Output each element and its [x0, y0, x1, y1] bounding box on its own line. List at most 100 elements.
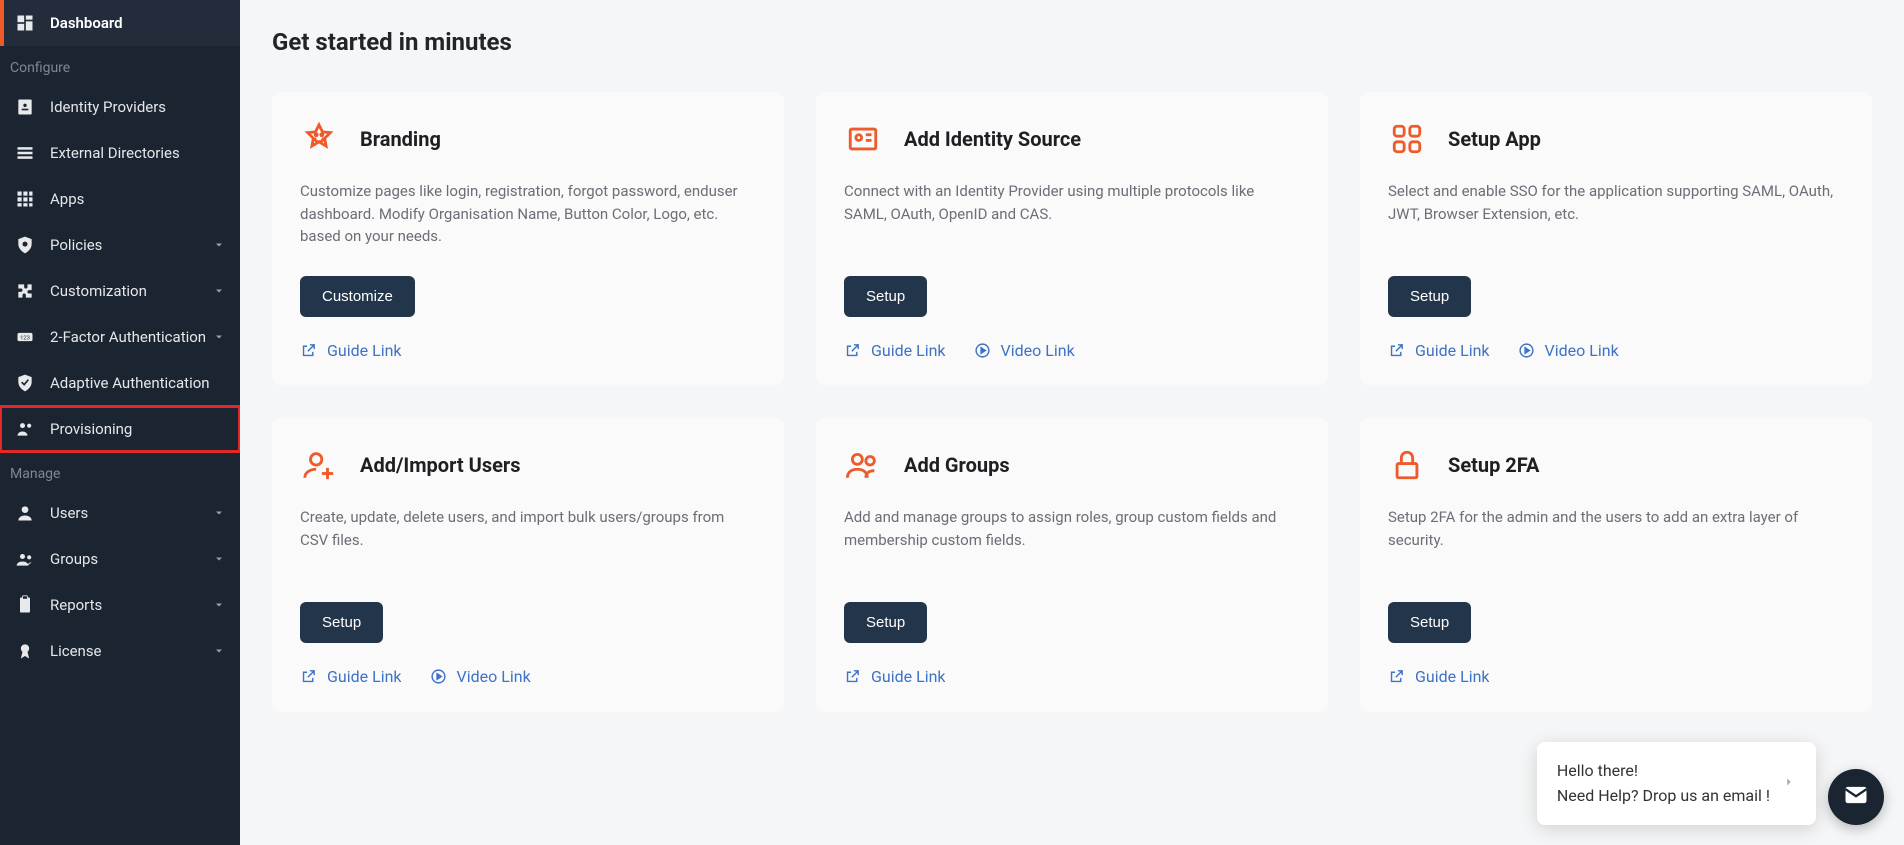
sidebar-item-2fa[interactable]: 123 2-Factor Authentication	[0, 314, 240, 360]
sidebar-item-users[interactable]: Users	[0, 490, 240, 536]
chevron-right-icon	[1782, 774, 1796, 793]
sidebar-item-label: Apps	[50, 190, 226, 208]
sidebar-item-adaptive-auth[interactable]: Adaptive Authentication	[0, 360, 240, 406]
video-link[interactable]: Video Link	[974, 341, 1075, 360]
link-label: Video Link	[1545, 341, 1619, 360]
sidebar-item-external-directories[interactable]: External Directories	[0, 130, 240, 176]
chevron-down-icon	[212, 552, 226, 566]
card-desc: Select and enable SSO for the applicatio…	[1388, 180, 1844, 248]
users-sync-icon	[14, 418, 36, 440]
link-label: Guide Link	[1415, 341, 1490, 360]
sidebar-item-reports[interactable]: Reports	[0, 582, 240, 628]
card-desc: Create, update, delete users, and import…	[300, 506, 756, 574]
card-add-import-users: Add/Import Users Create, update, delete …	[272, 418, 784, 712]
sidebar-item-label: Reports	[50, 596, 212, 614]
guide-link[interactable]: Guide Link	[1388, 667, 1490, 686]
play-circle-icon	[1518, 342, 1535, 359]
card-desc: Connect with an Identity Provider using …	[844, 180, 1300, 248]
smile-icon	[300, 120, 338, 158]
external-link-icon	[844, 668, 861, 685]
chevron-down-icon	[212, 598, 226, 612]
sidebar-item-label: Customization	[50, 282, 212, 300]
sidebar-item-apps[interactable]: Apps	[0, 176, 240, 222]
sidebar-section-configure: Configure	[0, 46, 240, 84]
id-badge-icon	[14, 96, 36, 118]
setup-button[interactable]: Setup	[1388, 276, 1471, 317]
link-label: Video Link	[1001, 341, 1075, 360]
customize-button[interactable]: Customize	[300, 276, 415, 317]
sidebar: Dashboard Configure Identity Providers E…	[0, 0, 240, 845]
sidebar-item-groups[interactable]: Groups	[0, 536, 240, 582]
chevron-down-icon	[212, 238, 226, 252]
play-circle-icon	[974, 342, 991, 359]
puzzle-icon	[14, 280, 36, 302]
sidebar-item-label: Dashboard	[50, 14, 226, 32]
card-branding: Branding Customize pages like login, reg…	[272, 92, 784, 386]
sidebar-item-label: Users	[50, 504, 212, 522]
chat-line1: Hello there!	[1557, 758, 1770, 784]
page-title: Get started in minutes	[272, 28, 1872, 56]
setup-button[interactable]: Setup	[300, 602, 383, 643]
sidebar-item-label: Policies	[50, 236, 212, 254]
guide-link[interactable]: Guide Link	[844, 667, 946, 686]
card-title: Add Groups	[904, 453, 1010, 477]
chat-line2: Need Help? Drop us an email !	[1557, 783, 1770, 809]
sidebar-item-customization[interactable]: Customization	[0, 268, 240, 314]
external-link-icon	[844, 342, 861, 359]
sidebar-item-label: Adaptive Authentication	[50, 374, 226, 392]
shield-check-icon	[14, 372, 36, 394]
guide-link[interactable]: Guide Link	[1388, 341, 1490, 360]
sidebar-item-dashboard[interactable]: Dashboard	[0, 0, 240, 46]
sidebar-item-identity-providers[interactable]: Identity Providers	[0, 84, 240, 130]
card-add-groups: Add Groups Add and manage groups to assi…	[816, 418, 1328, 712]
setup-button[interactable]: Setup	[844, 602, 927, 643]
sidebar-item-license[interactable]: License	[0, 628, 240, 674]
sidebar-item-label: External Directories	[50, 144, 226, 162]
svg-text:123: 123	[20, 336, 30, 342]
chevron-down-icon	[212, 644, 226, 658]
chat-popup[interactable]: Hello there! Need Help? Drop us an email…	[1537, 742, 1816, 825]
sidebar-item-policies[interactable]: Policies	[0, 222, 240, 268]
guide-link[interactable]: Guide Link	[300, 341, 402, 360]
shield-gear-icon	[14, 234, 36, 256]
sidebar-item-provisioning[interactable]: Provisioning	[0, 406, 240, 452]
card-setup-2fa: Setup 2FA Setup 2FA for the admin and th…	[1360, 418, 1872, 712]
video-link[interactable]: Video Link	[1518, 341, 1619, 360]
list-icon	[14, 142, 36, 164]
main-content: Get started in minutes Branding Customiz…	[240, 0, 1904, 845]
card-title: Setup App	[1448, 127, 1541, 151]
video-link[interactable]: Video Link	[430, 667, 531, 686]
chat-fab[interactable]	[1828, 769, 1884, 825]
guide-link[interactable]: Guide Link	[844, 341, 946, 360]
sidebar-item-label: Identity Providers	[50, 98, 226, 116]
user-plus-icon	[300, 446, 338, 484]
dashboard-icon	[14, 12, 36, 34]
apps-grid-icon	[1388, 120, 1426, 158]
sidebar-item-label: License	[50, 642, 212, 660]
setup-button[interactable]: Setup	[844, 276, 927, 317]
card-setup-app: Setup App Select and enable SSO for the …	[1360, 92, 1872, 386]
number-badge-icon: 123	[14, 326, 36, 348]
card-desc: Setup 2FA for the admin and the users to…	[1388, 506, 1844, 574]
card-title: Add/Import Users	[360, 453, 521, 477]
sidebar-item-label: 2-Factor Authentication	[50, 328, 212, 346]
link-label: Guide Link	[1415, 667, 1490, 686]
external-link-icon	[1388, 342, 1405, 359]
link-label: Video Link	[457, 667, 531, 686]
chevron-down-icon	[212, 330, 226, 344]
chevron-down-icon	[212, 506, 226, 520]
link-label: Guide Link	[327, 341, 402, 360]
play-circle-icon	[430, 668, 447, 685]
external-link-icon	[300, 668, 317, 685]
grid-icon	[14, 188, 36, 210]
setup-button[interactable]: Setup	[1388, 602, 1471, 643]
card-title: Setup 2FA	[1448, 453, 1539, 477]
chat-popup-text: Hello there! Need Help? Drop us an email…	[1557, 758, 1770, 809]
card-desc: Customize pages like login, registration…	[300, 180, 756, 248]
link-label: Guide Link	[327, 667, 402, 686]
card-grid: Branding Customize pages like login, reg…	[272, 92, 1872, 712]
license-badge-icon	[14, 640, 36, 662]
sidebar-section-manage: Manage	[0, 452, 240, 490]
card-add-identity-source: Add Identity Source Connect with an Iden…	[816, 92, 1328, 386]
guide-link[interactable]: Guide Link	[300, 667, 402, 686]
